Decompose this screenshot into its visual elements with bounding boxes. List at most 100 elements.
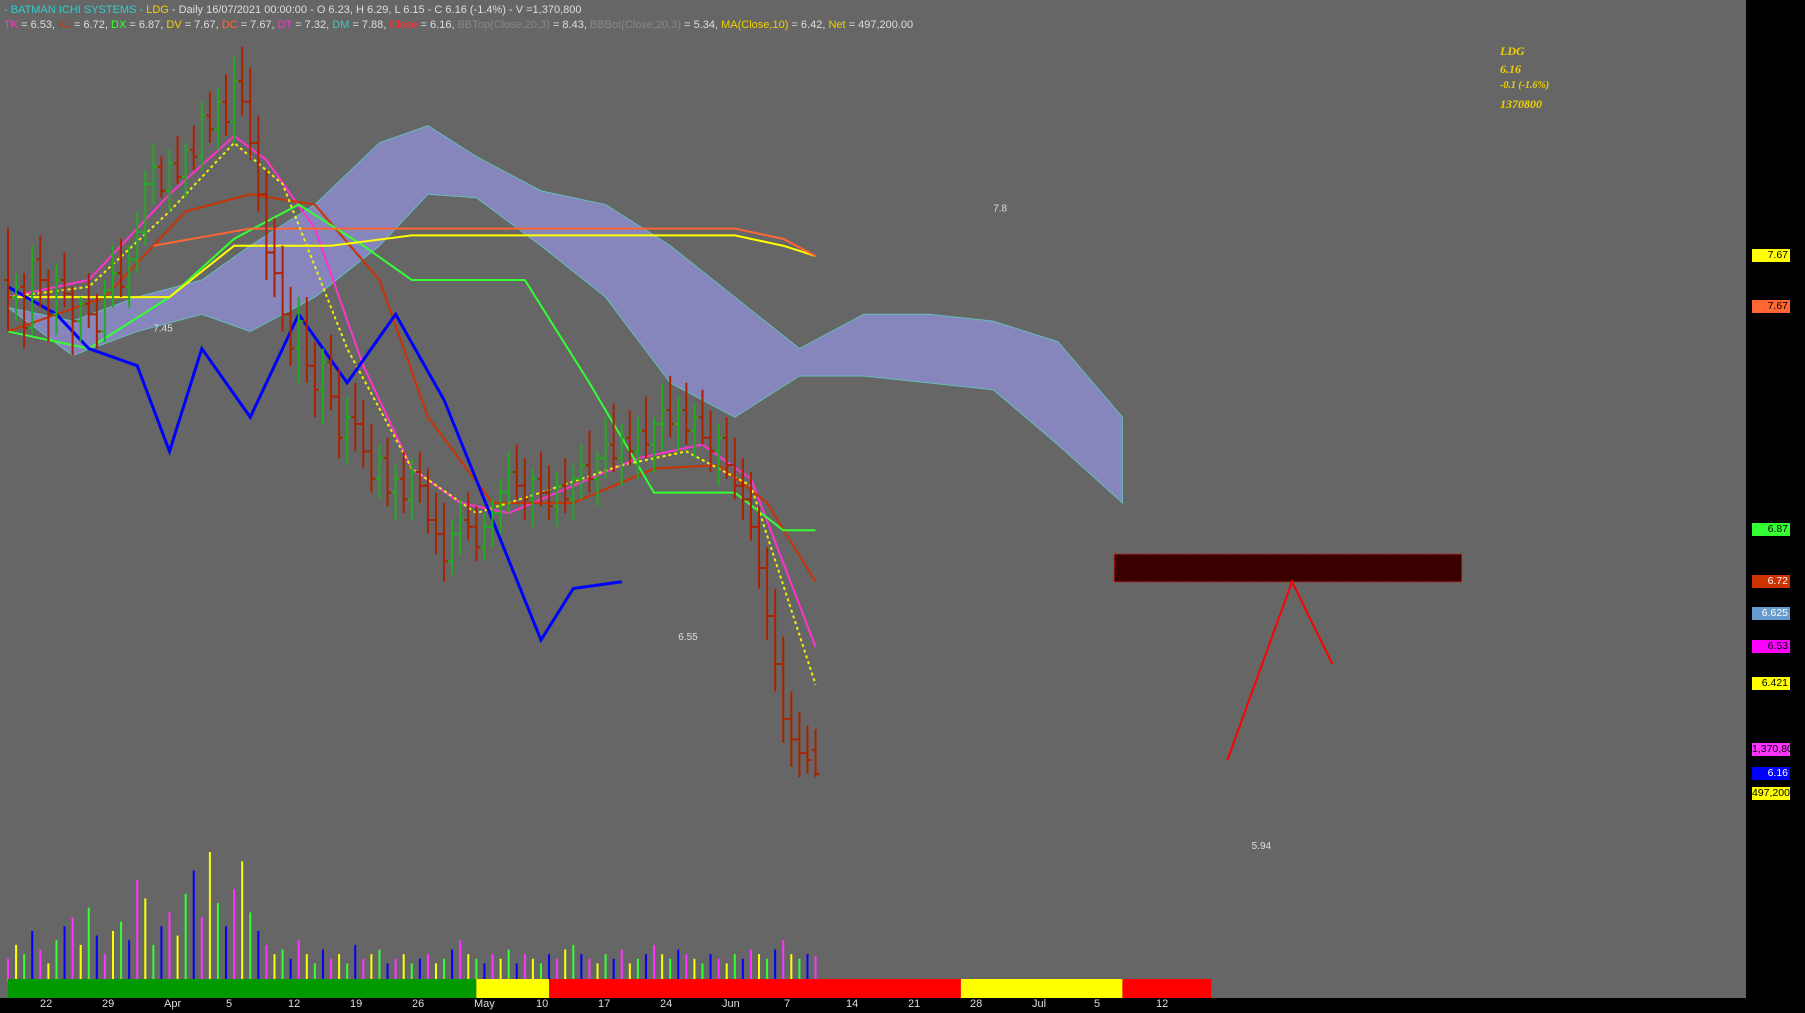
price-badge: 1,370,800: [1752, 742, 1799, 756]
x-tick-label: 5: [226, 998, 233, 1010]
projection-arrow: [1226, 579, 1334, 761]
annotation-label: 5.94: [1252, 841, 1272, 852]
volume-bar: [588, 958, 591, 982]
volume-bar: [233, 889, 236, 982]
volume-bar: [443, 958, 446, 982]
volume-bar: [305, 954, 308, 982]
volume-bar: [661, 954, 664, 982]
line2-segment: DX: [111, 19, 127, 31]
volume-bar: [612, 958, 615, 982]
price-badge: 7.67: [1752, 300, 1790, 314]
price-badge: 497,200: [1752, 787, 1790, 801]
volume-bar: [564, 949, 567, 982]
line2-segment: = 497,200.00: [845, 19, 914, 31]
x-tick-label: Apr: [164, 998, 182, 1010]
volume-bar: [281, 949, 284, 982]
status-segment: [1122, 979, 1212, 998]
quote-change: -0.1 (-1.6%): [1500, 80, 1550, 91]
volume-bar: [257, 930, 260, 982]
right-price-axis: 1,370,800497,2007.677.676.876.876.726.62…: [1746, 0, 1805, 1013]
line2-segment: = 7.67,: [181, 19, 222, 31]
line2-segment: DC: [221, 19, 238, 31]
chart-plot-area[interactable]: 7.45 7.8 6.55 5.94 - BATMAN ICHI SYSTEMS - …: [0, 0, 1746, 998]
status-segment: [8, 979, 477, 998]
line2-segment: MA(Close,10): [721, 19, 789, 31]
line2-segment: DV: [166, 19, 182, 31]
price-badge: 7.67: [1752, 249, 1790, 262]
volume-bar: [669, 958, 672, 982]
volume-bar: [370, 954, 373, 982]
volume-bar: [717, 958, 720, 982]
volume-bar: [418, 958, 421, 982]
line2-segment: DM: [332, 19, 350, 31]
volume-bar: [741, 958, 744, 982]
volume-bar: [709, 954, 712, 982]
x-tick-label: 29: [102, 998, 115, 1010]
x-tick-label: 17: [598, 998, 611, 1010]
volume-bar: [79, 944, 82, 982]
volume-bar: [192, 870, 195, 982]
line2-segment: = 6.87,: [126, 19, 167, 31]
volume-bar: [556, 958, 559, 982]
annotation-label: 7.45: [153, 323, 173, 334]
header-line-1: - BATMAN ICHI SYSTEMS - LDG - Daily 16/0…: [4, 4, 581, 16]
volume-bar: [774, 949, 777, 982]
price-badge: 6.16: [1752, 766, 1790, 780]
volume-bar: [136, 879, 139, 982]
line2-segment: = 7.67,: [237, 19, 278, 31]
annotation-label: 6.55: [678, 632, 698, 643]
x-tick-label: 14: [846, 998, 859, 1010]
volume-bar: [200, 917, 203, 982]
volume-bar: [491, 954, 494, 982]
price-badge: 6.87: [1752, 523, 1790, 537]
volume-bar: [685, 954, 688, 982]
status-segment: [960, 979, 1123, 998]
line1-segment: - Daily 16/07/2021 00:00:00 - O 6.23, H …: [168, 4, 582, 16]
volume-bar: [677, 949, 680, 982]
volume-bar: [176, 935, 179, 982]
volume-bar: [39, 949, 42, 982]
volume-bar: [23, 954, 26, 982]
x-tick-label: 24: [660, 998, 673, 1010]
price-badge: 6.625: [1752, 607, 1790, 621]
date-axis: 22 29 Apr 5 12 19 26 May 10 17 24 Jun 7 14 21 28 Jul 5 12: [0, 998, 1746, 1013]
volume-bar: [636, 958, 639, 982]
line2-segment: = 8.43,: [549, 19, 590, 31]
volume-bar: [394, 958, 397, 982]
quote-symbol: LDG: [1500, 44, 1525, 58]
price-badge: 6.421: [1752, 677, 1790, 691]
x-tick-label: Jun: [722, 998, 740, 1010]
volume-bar: [402, 954, 405, 982]
volume-bar: [790, 954, 793, 982]
status-segment: [549, 979, 961, 998]
volume-bar: [184, 893, 187, 982]
volume-bar: [507, 949, 510, 982]
target-zone: [1113, 553, 1463, 583]
line1-segment: LDG: [146, 4, 169, 16]
x-tick-label: May: [474, 998, 495, 1010]
volume-bar: [265, 944, 268, 982]
volume-bar: [289, 958, 292, 982]
volume-bar: [451, 949, 454, 982]
volume-bar: [55, 940, 58, 982]
volume-bar: [120, 921, 123, 982]
x-tick-label: 28: [970, 998, 983, 1010]
header-line-2: TK = 6.53, KJ = 6.72, DX = 6.87, DV = 7.…: [4, 19, 913, 31]
line2-segment: = 7.88,: [349, 19, 390, 31]
quote-volume: 1370800: [1500, 97, 1542, 111]
volume-bar: [297, 940, 300, 982]
x-tick-label: 10: [536, 998, 549, 1010]
annotation-label: 7.8: [993, 203, 1007, 214]
volume-bar: [111, 930, 114, 982]
line2-segment: = 6.72,: [70, 19, 112, 31]
line2-segment: BBBot(Close,20,3): [589, 19, 682, 31]
line2-segment: BBTop(Close,20,3): [457, 19, 550, 31]
volume-bar: [426, 954, 429, 982]
price-chart[interactable]: 7.45 7.8 6.55 5.94: [0, 0, 1746, 998]
volume-bar: [208, 852, 211, 982]
volume-bar: [766, 958, 769, 982]
volume-bar: [168, 912, 171, 982]
line2-segment: TK: [4, 19, 19, 31]
volume-bar: [216, 903, 219, 982]
volume-bar: [160, 926, 163, 982]
